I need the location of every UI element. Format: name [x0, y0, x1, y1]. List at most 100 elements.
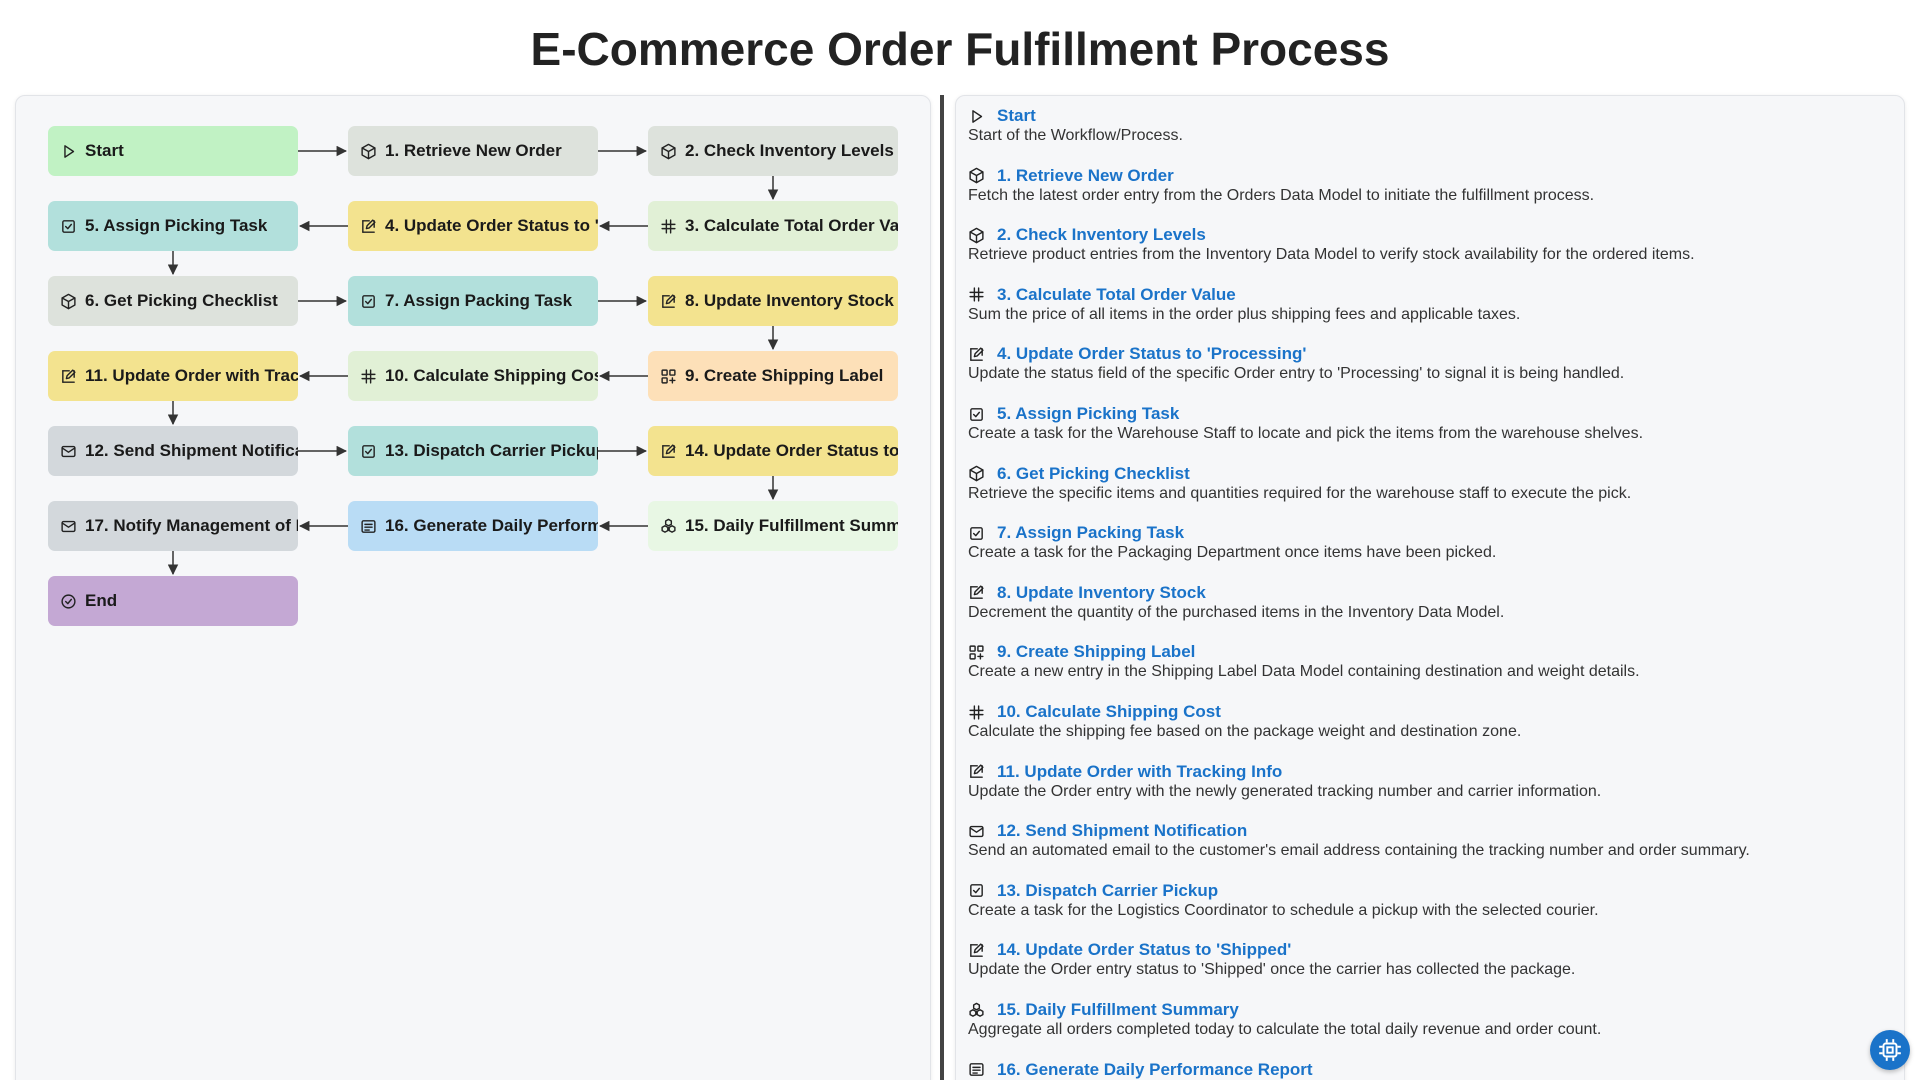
description-header: 6. Get Picking Checklist: [968, 463, 1888, 485]
description-title-link[interactable]: 15. Daily Fulfillment Summary: [997, 1000, 1239, 1020]
description-header: 11. Update Order with Tracking Info: [968, 761, 1888, 783]
node-n4[interactable]: 4. Update Order Status to 'Processing': [348, 201, 598, 251]
node-n1[interactable]: 1. Retrieve New Order: [348, 126, 598, 176]
description-item: 4. Update Order Status to 'Processing' Up…: [968, 343, 1888, 383]
description-title-link[interactable]: 13. Dispatch Carrier Pickup: [997, 881, 1218, 901]
edit-icon: [660, 293, 677, 310]
node-start[interactable]: Start: [48, 126, 298, 176]
assistant-button[interactable]: [1870, 1030, 1910, 1070]
node-n7[interactable]: 7. Assign Packing Task: [348, 276, 598, 326]
description-title-link[interactable]: 10. Calculate Shipping Cost: [997, 702, 1221, 722]
node-n8[interactable]: 8. Update Inventory Stock: [648, 276, 898, 326]
description-item: 12. Send Shipment Notification Send an au…: [968, 820, 1888, 860]
description-item: 6. Get Picking Checklist Retrieve the spe…: [968, 463, 1888, 503]
description-panel: Start Start of the Workflow/Process. 1. Re…: [955, 95, 1905, 1080]
checkbox-icon: [360, 293, 377, 310]
panel-divider[interactable]: [940, 95, 944, 1080]
description-item: 16. Generate Daily Performance Report: [968, 1059, 1888, 1080]
description-title-link[interactable]: 8. Update Inventory Stock: [997, 583, 1206, 603]
description-text: Aggregate all orders completed today to …: [968, 1021, 1602, 1038]
description-text: Retrieve the specific items and quantiti…: [968, 484, 1632, 502]
node-n16[interactable]: 16. Generate Daily Performance Report: [348, 501, 598, 551]
play-icon: [968, 108, 985, 125]
cube-icon: [60, 293, 77, 310]
node-n5[interactable]: 5. Assign Picking Task: [48, 201, 298, 251]
node-n6[interactable]: 6. Get Picking Checklist: [48, 276, 298, 326]
description-text: Start of the Workflow/Process.: [968, 127, 1183, 144]
node-n15[interactable]: 15. Daily Fulfillment Summary: [648, 501, 898, 551]
description-header: 7. Assign Packing Task: [968, 522, 1888, 544]
description-title-link[interactable]: 4. Update Order Status to 'Processing': [997, 344, 1306, 364]
node-label: 6. Get Picking Checklist: [85, 291, 278, 310]
description-title-link[interactable]: 12. Send Shipment Notification: [997, 821, 1247, 841]
description-header: 15. Daily Fulfillment Summary: [968, 999, 1888, 1021]
description-item: 5. Assign Picking Task Create a task for …: [968, 403, 1888, 443]
description-text: Calculate the shipping fee based on the …: [968, 723, 1522, 740]
description-header: Start: [968, 105, 1888, 127]
cubes-icon: [660, 518, 677, 535]
description-item: 8. Update Inventory Stock Decrement the q…: [968, 582, 1888, 622]
description-text: Create a task for the Warehouse Staff to…: [968, 425, 1644, 442]
node-label: 2. Check Inventory Levels: [685, 141, 894, 160]
description-title-link[interactable]: 11. Update Order with Tracking Info: [997, 762, 1282, 782]
cube-icon: [968, 167, 985, 184]
description-header: 3. Calculate Total Order Value: [968, 284, 1888, 306]
mail-icon: [968, 823, 985, 840]
node-n13[interactable]: 13. Dispatch Carrier Pickup: [348, 426, 598, 476]
description-title-link[interactable]: 7. Assign Packing Task: [997, 523, 1184, 543]
description-title-link[interactable]: 6. Get Picking Checklist: [997, 464, 1190, 484]
node-n10[interactable]: 10. Calculate Shipping Cost: [348, 351, 598, 401]
description-header: 14. Update Order Status to 'Shipped': [968, 939, 1888, 961]
node-label: 15. Daily Fulfillment Summary: [685, 516, 898, 535]
node-n2[interactable]: 2. Check Inventory Levels: [648, 126, 898, 176]
mail-icon: [60, 518, 77, 535]
cube-icon: [968, 227, 985, 244]
description-title-link[interactable]: 16. Generate Daily Performance Report: [997, 1060, 1313, 1080]
description-item: 1. Retrieve New Order Fetch the latest or…: [968, 165, 1888, 205]
description-title-link[interactable]: 5. Assign Picking Task: [997, 404, 1179, 424]
node-n12[interactable]: 12. Send Shipment Notification: [48, 426, 298, 476]
hash-icon: [660, 218, 677, 235]
hash-icon: [968, 286, 985, 303]
description-item: 7. Assign Packing Task Create a task for …: [968, 522, 1888, 562]
hash-icon: [360, 368, 377, 385]
node-label: 7. Assign Packing Task: [385, 291, 573, 310]
description-title-link[interactable]: 9. Create Shipping Label: [997, 642, 1195, 662]
description-item: 2. Check Inventory Levels Retrieve produc…: [968, 224, 1888, 264]
description-title-link[interactable]: 14. Update Order Status to 'Shipped': [997, 940, 1291, 960]
edit-icon: [968, 942, 985, 959]
node-n3[interactable]: 3. Calculate Total Order Value: [648, 201, 898, 251]
description-header: 10. Calculate Shipping Cost: [968, 701, 1888, 723]
description-text: Decrement the quantity of the purchased …: [968, 603, 1505, 621]
edit-icon: [968, 584, 985, 601]
node-n9[interactable]: 9. Create Shipping Label: [648, 351, 898, 401]
edit-icon: [360, 218, 377, 235]
description-header: 9. Create Shipping Label: [968, 641, 1888, 663]
description-header: 5. Assign Picking Task: [968, 403, 1888, 425]
node-n17[interactable]: 17. Notify Management of Daily Report: [48, 501, 298, 551]
node-n14[interactable]: 14. Update Order Status to 'Shipped': [648, 426, 898, 476]
description-item: 13. Dispatch Carrier Pickup Create a task…: [968, 880, 1888, 920]
description-text: Update the Order entry status to 'Shippe…: [968, 961, 1576, 979]
description-text: Update the status field of the specific …: [968, 365, 1625, 383]
checkbox-icon: [360, 443, 377, 460]
node-label: 4. Update Order Status to 'Processing': [385, 216, 598, 235]
checkbox-icon: [968, 406, 985, 423]
node-n11[interactable]: 11. Update Order with Tracking Info: [48, 351, 298, 401]
description-title-link[interactable]: 3. Calculate Total Order Value: [997, 285, 1236, 305]
description-title-link[interactable]: 2. Check Inventory Levels: [997, 225, 1206, 245]
description-title-link[interactable]: Start: [997, 106, 1036, 126]
node-end[interactable]: End: [48, 576, 298, 626]
description-item: 9. Create Shipping Label Create a new ent…: [968, 641, 1888, 681]
description-text: Create a task for the Packaging Departme…: [968, 544, 1497, 562]
description-header: 16. Generate Daily Performance Report: [968, 1059, 1888, 1080]
checkbox-icon: [968, 525, 985, 542]
description-header: 4. Update Order Status to 'Processing': [968, 343, 1888, 365]
report-icon: [360, 518, 377, 535]
description-title-link[interactable]: 1. Retrieve New Order: [997, 166, 1174, 186]
edit-icon: [968, 763, 985, 780]
node-label: Start: [85, 141, 124, 160]
description-text: Send an automated email to the customer'…: [968, 842, 1750, 860]
play-icon: [60, 143, 77, 160]
node-label: 12. Send Shipment Notification: [85, 441, 298, 460]
